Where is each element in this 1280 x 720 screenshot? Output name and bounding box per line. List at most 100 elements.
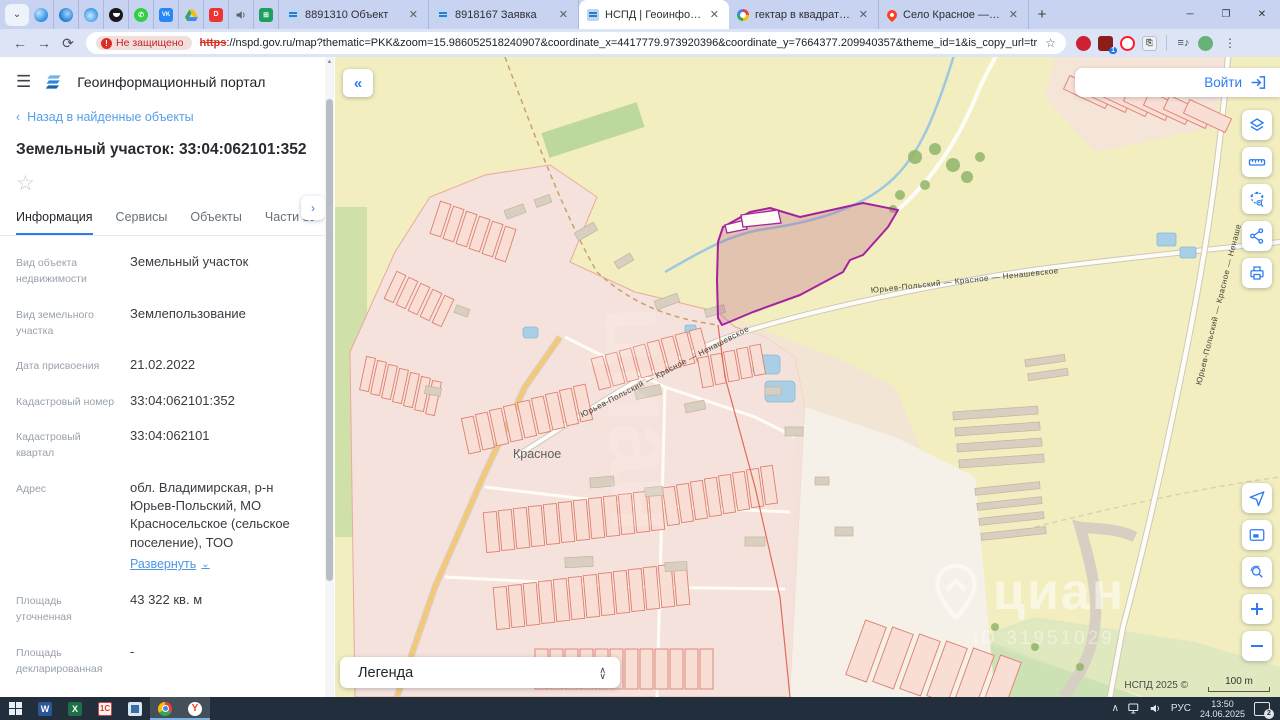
map-area: циан Красное Юрьев-Польский — Красное — … <box>335 57 1280 697</box>
language-indicator[interactable]: РУС <box>1171 703 1191 714</box>
clock[interactable]: 13:50 24.06.2025 <box>1200 699 1245 719</box>
pinned-tab-audio[interactable] <box>229 0 254 29</box>
forward-button[interactable]: → <box>32 31 56 55</box>
address-bar[interactable]: ! Не защищено https://nspd.gov.ru/map?th… <box>86 32 1066 54</box>
pinned-tab-drive[interactable] <box>179 0 204 29</box>
zoom-out-button[interactable] <box>1242 631 1272 661</box>
minimize-button[interactable]: ─ <box>1172 0 1208 29</box>
browser-menu-icon[interactable]: ⋮ <box>1224 36 1237 50</box>
tab-yandex-maps[interactable]: Село Красное — Яндекс Карт ✕ <box>879 0 1029 29</box>
overview-map-button[interactable] <box>1242 520 1272 550</box>
url-protocol: https <box>199 37 227 49</box>
scrollbar-up-icon[interactable]: ▲ <box>325 57 334 65</box>
menu-icon[interactable]: ☰ <box>16 72 31 92</box>
locate-button[interactable] <box>1242 483 1272 513</box>
tab-request-8918167[interactable]: 8918167 Заявка ✕ <box>429 0 579 29</box>
new-tab-button[interactable]: + <box>1029 2 1055 28</box>
tab-close-icon[interactable]: ✕ <box>708 8 721 21</box>
tab-close-icon[interactable]: ✕ <box>857 8 870 21</box>
taskbar-1c[interactable]: 1С <box>90 697 120 720</box>
reload-button[interactable]: ⟳ <box>56 31 80 55</box>
opera-extension-icon[interactable] <box>1120 35 1135 51</box>
pinned-tab-vk[interactable]: VK <box>154 0 179 29</box>
legend-bar[interactable]: Легенда ∧ ∨ <box>340 657 620 688</box>
network-icon[interactable] <box>1128 703 1141 714</box>
start-button[interactable] <box>0 697 30 720</box>
taskbar-chrome[interactable] <box>150 697 180 720</box>
word-icon: W <box>38 701 52 716</box>
legend-toggle-icon[interactable]: ∧ ∨ <box>599 665 606 680</box>
ruler-button[interactable] <box>1242 147 1272 177</box>
dark-app-icon <box>109 7 123 22</box>
field-row: Кадастровый номер 33:04:062101:352 <box>16 392 235 408</box>
parcel-fields: Вид объекта недвижимости Земельный участо… <box>0 236 335 697</box>
volume-icon[interactable] <box>1150 703 1162 714</box>
expand-address-link[interactable]: Развернуть ⌄ <box>130 556 210 574</box>
tabs-scroll-right-button[interactable]: › <box>301 196 325 220</box>
search-location-button[interactable] <box>1242 557 1272 587</box>
back-link-label: Назад в найденные объекты <box>27 110 194 124</box>
sidebar-collapse-button[interactable]: « <box>343 69 373 97</box>
clipboard-extension-icon[interactable]: ⎘ <box>1142 35 1157 51</box>
page-content: ☰ Геоинформационный портал ‹ Назад в най… <box>0 57 1280 697</box>
tab-object-8891310[interactable]: 8891310 Объект ✕ <box>279 0 429 29</box>
print-button[interactable] <box>1242 258 1272 288</box>
tab-nspd-active[interactable]: НСПД | Геоинформационный ✕ <box>579 0 729 29</box>
login-button[interactable]: Войти <box>1204 75 1242 90</box>
shield-extension-icon[interactable] <box>1076 35 1091 51</box>
back-button[interactable]: ← <box>8 31 32 55</box>
security-badge[interactable]: ! Не защищено <box>96 36 192 50</box>
taskbar-excel[interactable]: X <box>60 697 90 720</box>
window-controls: ─ ❐ ✕ <box>1172 0 1280 29</box>
info-sidebar: ☰ Геоинформационный портал ‹ Назад в най… <box>0 57 335 697</box>
close-button[interactable]: ✕ <box>1244 0 1280 29</box>
taskbar-app[interactable] <box>120 697 150 720</box>
map-canvas[interactable]: циан Красное Юрьев-Польский — Красное — … <box>335 57 1280 697</box>
sidebar-scrollbar[interactable]: ▲ <box>325 57 334 697</box>
tab-objects[interactable]: Объекты <box>190 210 242 235</box>
pinned-tab-whatsapp[interactable]: ✆ <box>129 0 154 29</box>
portal-logo-icon <box>45 75 61 89</box>
tab-close-icon[interactable]: ✕ <box>1007 8 1020 21</box>
pinned-tab-browser-1[interactable] <box>29 0 54 29</box>
bookmark-star-icon[interactable]: ☆ <box>1037 36 1056 50</box>
tab-services[interactable]: Сервисы <box>116 210 168 235</box>
tab-close-icon[interactable]: ✕ <box>557 8 570 21</box>
tab-information[interactable]: Информация <box>16 210 93 235</box>
village-label: Красное <box>513 447 561 461</box>
hidden-icons-chevron[interactable]: ∧ <box>1112 703 1119 714</box>
adguard-icon[interactable] <box>1198 35 1213 51</box>
back-to-results-link[interactable]: ‹ Назад в найденные объекты <box>0 102 335 132</box>
pinned-tab-dzen[interactable]: D <box>204 0 229 29</box>
browser-blue-icon <box>59 7 73 22</box>
pinned-tab-dark-app[interactable] <box>104 0 129 29</box>
toolbar-divider <box>1166 35 1167 51</box>
login-bar: Войти <box>1075 68 1280 97</box>
zoom-in-button[interactable] <box>1242 594 1272 624</box>
select-area-button[interactable] <box>1242 184 1272 214</box>
windows-start-icon <box>8 702 22 715</box>
yandex-maps-favicon <box>884 7 900 22</box>
taskbar-word[interactable]: W <box>30 697 60 720</box>
pinned-tab-browser-3[interactable] <box>79 0 104 29</box>
pinned-tab-sheets[interactable]: ⊞ <box>254 0 279 29</box>
field-row: Площадь уточненная 43 322 кв. м <box>16 592 203 624</box>
notification-badge: 2 <box>1264 708 1274 719</box>
url-text: https://nspd.gov.ru/map?thematic=PKK&zoo… <box>200 37 1038 49</box>
favorite-star-button[interactable]: ☆ <box>16 173 319 194</box>
browser-toolbar: ← → ⟳ ! Не защищено https://nspd.gov.ru/… <box>0 29 1280 57</box>
tab-title: Село Красное — Яндекс Карт <box>903 8 1001 21</box>
tab-google-search[interactable]: гектар в квадрат метр - Поиск ✕ <box>729 0 879 29</box>
whatsapp-icon: ✆ <box>134 7 148 22</box>
taskbar-yandex[interactable]: Y <box>180 697 210 720</box>
pinned-tab-browser-2[interactable] <box>54 0 79 29</box>
maximize-button[interactable]: ❐ <box>1208 0 1244 29</box>
layers-button[interactable] <box>1242 110 1272 140</box>
tab-close-icon[interactable]: ✕ <box>407 8 420 21</box>
notification-center-icon[interactable]: 2 <box>1254 701 1274 719</box>
reading-list-icon[interactable]: ≡♪ <box>1176 36 1191 51</box>
share-button[interactable] <box>1242 221 1272 251</box>
scrollbar-thumb[interactable] <box>326 99 333 581</box>
extension-icon[interactable]: 1 <box>1098 35 1117 54</box>
tab-search-chevron-icon[interactable]: ⌄ <box>5 3 29 26</box>
